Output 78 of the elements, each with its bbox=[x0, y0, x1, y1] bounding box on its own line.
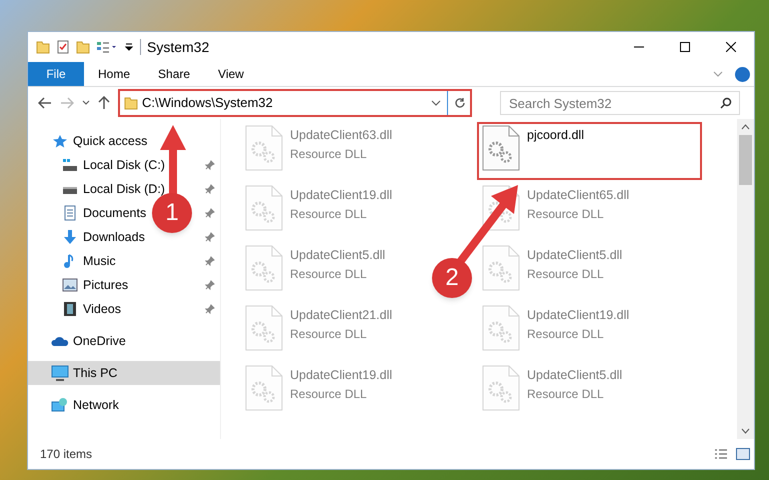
file-type: Resource DLL bbox=[290, 386, 368, 403]
drive-icon bbox=[60, 158, 80, 172]
up-arrow-icon[interactable] bbox=[98, 96, 110, 110]
file-item[interactable]: UpdateClient5.dll Resource DLL bbox=[477, 242, 632, 300]
file-type: Resource DLL bbox=[290, 146, 368, 163]
sidebar-item[interactable]: Downloads bbox=[28, 225, 149, 249]
file-name: UpdateClient19.dll bbox=[290, 187, 392, 204]
refresh-icon[interactable] bbox=[454, 97, 466, 109]
view-icon[interactable] bbox=[96, 40, 118, 54]
gear-file-icon bbox=[481, 125, 521, 171]
file-item[interactable]: UpdateClient63.dll Resource DLL bbox=[240, 122, 402, 180]
gear-file-icon bbox=[244, 305, 284, 351]
file-type: Resource DLL bbox=[527, 266, 605, 283]
sidebar-item[interactable]: Documents bbox=[28, 201, 150, 225]
file-item[interactable]: UpdateClient19.dll Resource DLL bbox=[240, 362, 402, 420]
dropdown-caret-icon[interactable] bbox=[431, 100, 441, 106]
sidebar-item[interactable]: OneDrive bbox=[28, 329, 130, 353]
file-name: UpdateClient5.dll bbox=[527, 367, 622, 384]
file-item[interactable]: UpdateClient19.dll Resource DLL bbox=[477, 302, 640, 360]
sidebar-item[interactable]: This PC bbox=[28, 361, 220, 385]
picture-icon bbox=[60, 278, 80, 292]
close-icon bbox=[726, 42, 736, 52]
ribbon-tab[interactable]: Share bbox=[144, 62, 204, 86]
sidebar-item[interactable]: Network bbox=[28, 393, 123, 417]
gear-file-icon bbox=[244, 185, 284, 231]
file-type: Resource DLL bbox=[527, 206, 605, 223]
file-name: pjcoord.dll bbox=[527, 127, 584, 144]
recent-caret-icon[interactable] bbox=[82, 100, 90, 106]
maximize-icon bbox=[680, 42, 690, 52]
file-type: Resource DLL bbox=[290, 266, 368, 283]
gear-file-icon bbox=[244, 365, 284, 411]
file-item[interactable]: pjcoord.dll bbox=[477, 122, 702, 180]
folder-icon bbox=[124, 96, 138, 110]
sidebar-item[interactable]: Videos bbox=[28, 297, 125, 321]
file-type: Resource DLL bbox=[527, 386, 605, 403]
properties-icon[interactable] bbox=[56, 40, 70, 54]
file-name: UpdateClient19.dll bbox=[527, 307, 630, 324]
search-icon bbox=[720, 97, 732, 109]
back-arrow-icon[interactable] bbox=[38, 97, 52, 109]
sidebar-item[interactable]: Pictures bbox=[28, 273, 132, 297]
file-name: UpdateClient21.dll bbox=[290, 307, 392, 324]
file-name: UpdateClient65.dll bbox=[527, 187, 630, 204]
customize-caret-icon[interactable] bbox=[124, 42, 134, 52]
gear-file-icon bbox=[244, 125, 284, 171]
file-name: UpdateClient63.dll bbox=[290, 127, 392, 144]
search-field[interactable]: Search System32 bbox=[500, 91, 740, 115]
file-name: UpdateClient5.dll bbox=[527, 247, 622, 264]
item-count: 170 items bbox=[40, 446, 92, 463]
file-item[interactable]: UpdateClient21.dll Resource DLL bbox=[240, 302, 402, 360]
file-name: UpdateClient5.dll bbox=[290, 247, 386, 264]
sidebar-item[interactable]: Local Disk (C:) bbox=[28, 153, 169, 177]
ribbon-tab[interactable]: View bbox=[204, 62, 258, 86]
ribbon-tab[interactable]: File bbox=[28, 62, 84, 86]
monitor-icon bbox=[50, 365, 70, 381]
scrollbar[interactable] bbox=[737, 119, 754, 439]
large-icons-view-icon[interactable] bbox=[736, 448, 750, 460]
expand-ribbon-icon[interactable] bbox=[713, 71, 723, 77]
file-name: UpdateClient19.dll bbox=[290, 367, 392, 384]
gear-file-icon bbox=[481, 245, 521, 291]
file-type: Resource DLL bbox=[290, 206, 368, 223]
help-icon[interactable] bbox=[735, 66, 750, 82]
details-view-icon[interactable] bbox=[714, 448, 728, 460]
scrollbar-thumb[interactable] bbox=[739, 135, 752, 185]
sidebar-item[interactable]: Music bbox=[28, 249, 120, 273]
file-type: Resource DLL bbox=[527, 326, 605, 343]
sidebar-item[interactable]: Quick access bbox=[28, 129, 152, 153]
address-bar[interactable]: C:\Windows\System32 bbox=[118, 89, 472, 117]
network-icon bbox=[50, 397, 70, 413]
gear-file-icon bbox=[481, 305, 521, 351]
file-item[interactable]: UpdateClient5.dll Resource DLL bbox=[477, 362, 632, 420]
gear-file-icon bbox=[244, 245, 284, 291]
file-item[interactable]: UpdateClient5.dll Resource DLL bbox=[240, 242, 396, 300]
file-type: Resource DLL bbox=[290, 326, 368, 343]
ribbon-tab[interactable]: Home bbox=[84, 62, 144, 86]
window-title: System32 bbox=[147, 38, 210, 57]
file-item[interactable]: UpdateClient19.dll Resource DLL bbox=[240, 182, 402, 240]
cloud-icon bbox=[50, 335, 70, 347]
gear-file-icon bbox=[481, 365, 521, 411]
